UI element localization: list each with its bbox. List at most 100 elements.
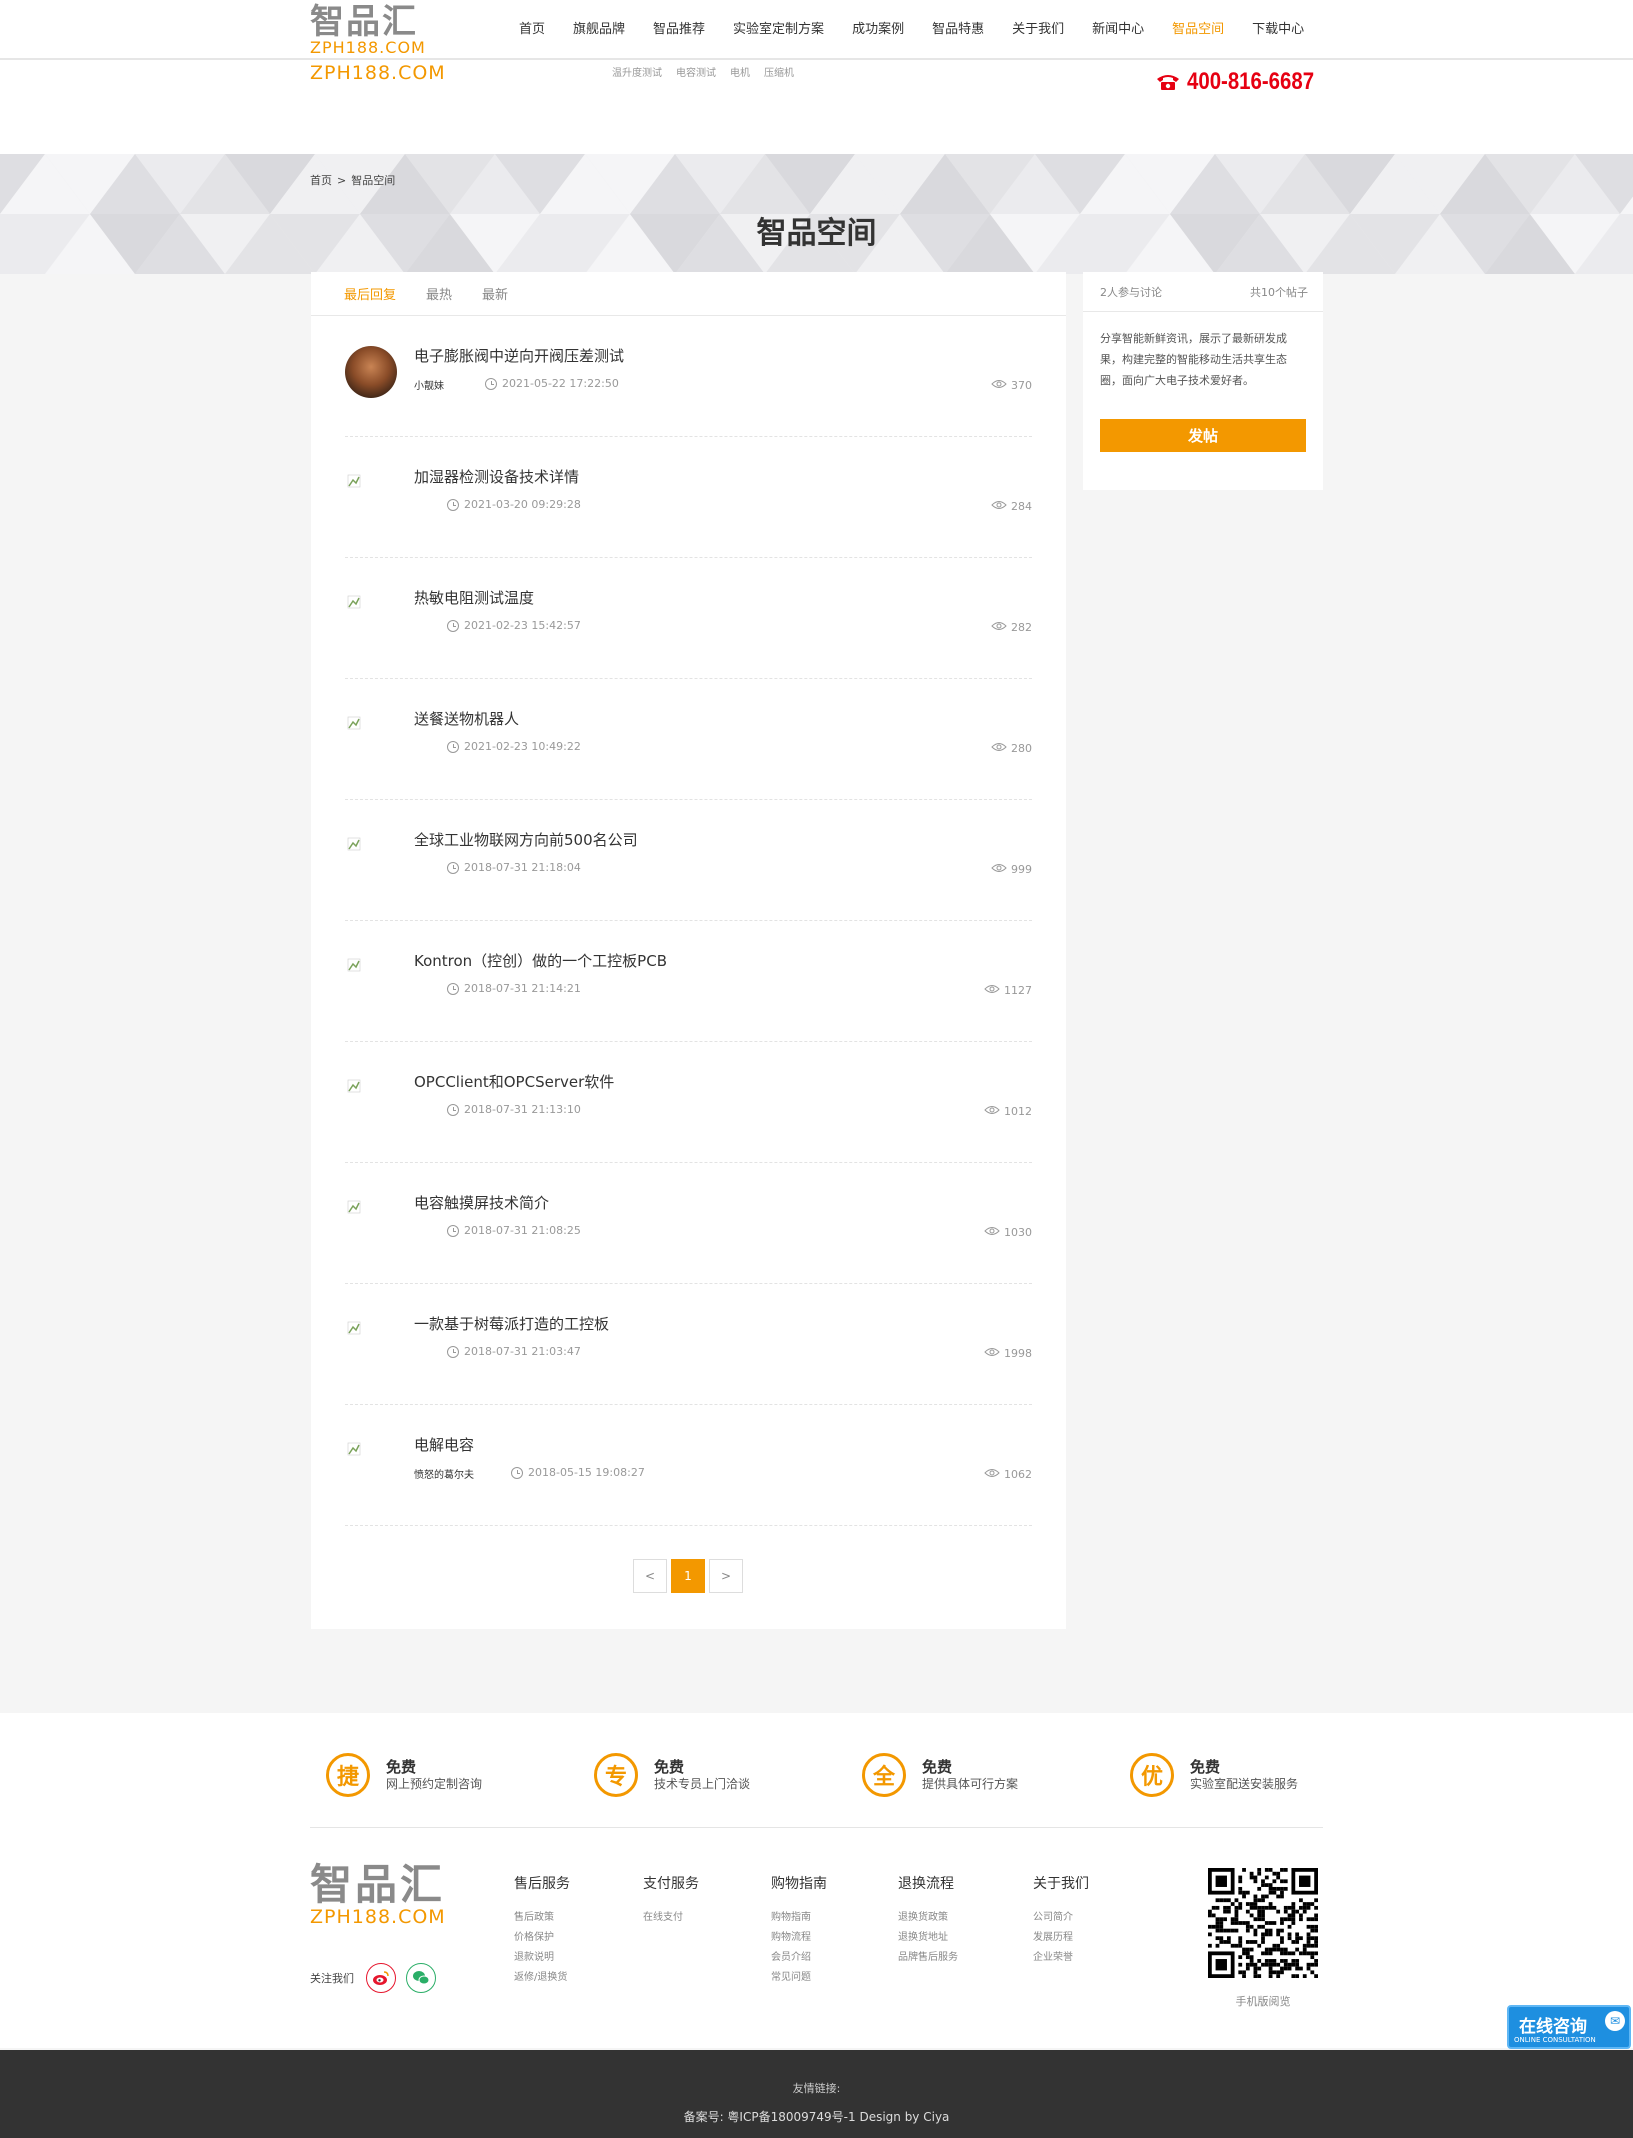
footer-column: 退换流程 退换货政策 退换货地址 品牌售后服务 bbox=[898, 1873, 958, 1968]
footer-link[interactable]: 退换货地址 bbox=[898, 1928, 958, 1948]
post-time-text: 2021-03-20 09:29:28 bbox=[464, 498, 581, 511]
wechat-icon[interactable] bbox=[406, 1963, 436, 1993]
nav-item[interactable]: 智品推荐 bbox=[639, 18, 719, 37]
hot-keyword-link[interactable]: 温升度测试 bbox=[612, 64, 662, 79]
hot-keyword-link[interactable]: 电机 bbox=[730, 64, 750, 79]
view-count: 280 bbox=[1011, 742, 1032, 755]
post-views: 284 bbox=[991, 500, 1032, 513]
footer-link[interactable]: 发展历程 bbox=[1033, 1928, 1089, 1948]
prev-page-button[interactable]: < bbox=[633, 1559, 667, 1593]
broken-image-icon bbox=[347, 473, 361, 488]
footer-link[interactable]: 企业荣誉 bbox=[1033, 1948, 1089, 1968]
post-title[interactable]: 电容触摸屏技术简介 bbox=[414, 1192, 549, 1213]
view-count: 284 bbox=[1011, 500, 1032, 513]
phone-icon bbox=[1157, 75, 1179, 90]
feature-badge: 优 bbox=[1130, 1753, 1174, 1797]
post-title[interactable]: 加湿器检测设备技术详情 bbox=[414, 466, 579, 487]
sort-tab[interactable]: 最热 bbox=[426, 284, 452, 303]
post-views: 1030 bbox=[984, 1226, 1032, 1239]
post-item[interactable]: 电解电容 愤怒的葛尔夫 2018-05-15 19:08:27 1062 bbox=[345, 1405, 1032, 1526]
post-views: 1012 bbox=[984, 1105, 1032, 1118]
footer-logo-text: 智品汇 bbox=[310, 1860, 446, 1909]
nav-item[interactable]: 下载中心 bbox=[1238, 18, 1318, 37]
nav-item[interactable]: 实验室定制方案 bbox=[719, 18, 838, 37]
service-feature: 全免费 提供具体可行方案 bbox=[862, 1753, 1018, 1797]
post-title[interactable]: 电子膨胀阀中逆向开阀压差测试 bbox=[414, 345, 624, 366]
post-time: 2018-07-31 21:13:10 bbox=[447, 1103, 581, 1116]
new-post-button[interactable]: 发帖 bbox=[1100, 419, 1306, 452]
qr-code-image bbox=[1208, 1868, 1318, 1978]
page-1-button[interactable]: 1 bbox=[671, 1559, 705, 1593]
post-title[interactable]: Kontron（控创）做的一个工控板PCB bbox=[414, 950, 667, 971]
consult-title: 在线咨询 bbox=[1519, 2017, 1587, 2037]
footer-link[interactable]: 公司简介 bbox=[1033, 1908, 1089, 1928]
post-title[interactable]: 全球工业物联网方向前500名公司 bbox=[414, 829, 638, 850]
post-views: 1998 bbox=[984, 1347, 1032, 1360]
post-title[interactable]: 热敏电阻测试温度 bbox=[414, 587, 534, 608]
post-item[interactable]: 电子膨胀阀中逆向开阀压差测试 小靓妹 2021-05-22 17:22:50 370 bbox=[345, 316, 1032, 437]
footer-logo[interactable]: 智品汇 ZPH188.COM bbox=[310, 1860, 446, 1928]
post-author[interactable]: 小靓妹 bbox=[414, 377, 444, 392]
post-item[interactable]: 送餐送物机器人 2021-02-23 10:49:22 280 bbox=[345, 679, 1032, 800]
post-item[interactable]: OPCClient和OPCServer软件 2018-07-31 21:13:10… bbox=[345, 1042, 1032, 1163]
sort-tab[interactable]: 最新 bbox=[482, 284, 508, 303]
post-title[interactable]: 电解电容 bbox=[414, 1434, 474, 1455]
nav-item[interactable]: 首页 bbox=[505, 18, 559, 37]
post-item[interactable]: 加湿器检测设备技术详情 2021-03-20 09:29:28 284 bbox=[345, 437, 1032, 558]
breadcrumb-home[interactable]: 首页 bbox=[310, 174, 332, 187]
post-item[interactable]: 热敏电阻测试温度 2021-02-23 15:42:57 282 bbox=[345, 558, 1032, 679]
footer-link[interactable]: 会员介绍 bbox=[771, 1948, 827, 1968]
pagination: < 1 > bbox=[633, 1559, 747, 1593]
footer-link[interactable]: 价格保护 bbox=[514, 1928, 570, 1948]
nav-item[interactable]: 关于我们 bbox=[998, 18, 1078, 37]
footer-column-heading: 购物指南 bbox=[771, 1876, 827, 1892]
sort-tab[interactable]: 最后回复 bbox=[344, 284, 396, 303]
nav-item[interactable]: 旗舰品牌 bbox=[559, 18, 639, 37]
feature-desc: 实验室配送安装服务 bbox=[1190, 1777, 1299, 1791]
footer-link[interactable]: 购物流程 bbox=[771, 1928, 827, 1948]
post-time: 2021-02-23 10:49:22 bbox=[447, 740, 581, 753]
post-item[interactable]: Kontron（控创）做的一个工控板PCB 2018-07-31 21:14:21… bbox=[345, 921, 1032, 1042]
footer-link[interactable]: 退款说明 bbox=[514, 1948, 570, 1968]
next-page-button[interactable]: > bbox=[709, 1559, 743, 1593]
post-item[interactable]: 全球工业物联网方向前500名公司 2018-07-31 21:18:04 999 bbox=[345, 800, 1032, 921]
clock-icon bbox=[447, 1345, 459, 1358]
post-title[interactable]: OPCClient和OPCServer软件 bbox=[414, 1071, 614, 1092]
feature-title: 免费 bbox=[922, 1758, 953, 1776]
post-title[interactable]: 送餐送物机器人 bbox=[414, 708, 519, 729]
hot-keyword-link[interactable]: 电容测试 bbox=[676, 64, 716, 79]
post-views: 370 bbox=[991, 379, 1032, 392]
view-count: 282 bbox=[1011, 621, 1032, 634]
nav-item[interactable]: 新闻中心 bbox=[1078, 18, 1158, 37]
post-item[interactable]: 一款基于树莓派打造的工控板 2018-07-31 21:03:47 1998 bbox=[345, 1284, 1032, 1405]
broken-image-icon bbox=[347, 1320, 361, 1335]
user-avatar[interactable] bbox=[345, 346, 397, 398]
online-consultation-button[interactable]: 在线咨询 ONLINE CONSULTATION ✉ bbox=[1507, 2005, 1631, 2049]
nav-item[interactable]: 成功案例 bbox=[838, 18, 918, 37]
service-feature: 捷免费 网上预约定制咨询 bbox=[326, 1753, 482, 1797]
footer-column-heading: 关于我们 bbox=[1033, 1876, 1089, 1892]
nav-item[interactable]: 智品特惠 bbox=[918, 18, 998, 37]
sort-tabs: 最后回复 最热 最新 bbox=[311, 272, 1066, 316]
footer-link[interactable]: 退换货政策 bbox=[898, 1908, 958, 1928]
hot-keyword-link[interactable]: 压缩机 bbox=[764, 64, 794, 79]
post-author[interactable]: 愤怒的葛尔夫 bbox=[414, 1466, 474, 1481]
footer-link[interactable]: 购物指南 bbox=[771, 1908, 827, 1928]
site-footer: 捷免费 网上预约定制咨询专免费 技术专员上门洽谈全免费 提供具体可行方案优免费 实验室配… bbox=[0, 1713, 1633, 2048]
footer-link[interactable]: 常见问题 bbox=[771, 1968, 827, 1988]
broken-image-icon bbox=[347, 957, 361, 972]
nav-item[interactable]: 智品空间 bbox=[1158, 18, 1238, 37]
logo[interactable]: 智品汇 ZPH188.COM bbox=[310, 4, 460, 60]
footer-link[interactable]: 返修/退换货 bbox=[514, 1968, 570, 1988]
post-item[interactable]: 电容触摸屏技术简介 2018-07-31 21:08:25 1030 bbox=[345, 1163, 1032, 1284]
breadcrumb-current[interactable]: 智品空间 bbox=[351, 174, 395, 187]
view-count: 1062 bbox=[1004, 1468, 1032, 1481]
post-title[interactable]: 一款基于树莓派打造的工控板 bbox=[414, 1313, 609, 1334]
logo-domain-secondary: ZPH188.COM bbox=[310, 62, 446, 84]
post-time-text: 2018-07-31 21:03:47 bbox=[464, 1345, 581, 1358]
footer-link[interactable]: 售后政策 bbox=[514, 1908, 570, 1928]
footer-link[interactable]: 在线支付 bbox=[643, 1908, 699, 1928]
weibo-icon[interactable] bbox=[366, 1963, 396, 1993]
clock-icon bbox=[485, 377, 497, 390]
footer-link[interactable]: 品牌售后服务 bbox=[898, 1948, 958, 1968]
